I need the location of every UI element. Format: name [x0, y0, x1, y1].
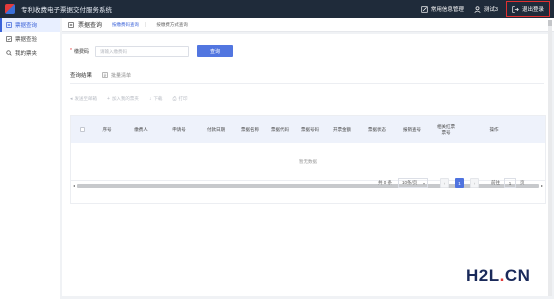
page-size-select[interactable]: 10条/页 ▾: [398, 178, 429, 188]
main-content: * 缴费码 查询 查询结果 批量清单 ◂ 发送至邮箱 + 加入我的票夹 ↓ 下载…: [62, 34, 552, 296]
scroll-right-icon[interactable]: ▸: [539, 183, 545, 188]
logout-icon: [512, 5, 519, 13]
column-header: 付款日期: [207, 126, 225, 132]
payment-code-label: 缴费码: [73, 48, 89, 55]
pagination: 共 0 条 10条/页 ▾ ‹ 1 › 前往 1 页: [378, 178, 525, 188]
top-right-menu: 常用信息管理 测试3 退出登录: [411, 0, 550, 18]
tab-by-payment-code[interactable]: 按缴费码查询: [112, 22, 139, 28]
list-icon: [102, 72, 108, 78]
watermark-cn: CN: [504, 266, 531, 285]
empty-state: 暂无数据: [71, 143, 545, 181]
chevron-down-icon: ▾: [423, 181, 426, 186]
goto-page-input[interactable]: 1: [504, 178, 517, 188]
print-icon: ⎙: [172, 96, 177, 102]
column-header: 票据号码: [301, 126, 319, 132]
column-header: 票据名称: [241, 126, 259, 132]
goto-suffix: 页: [520, 180, 525, 185]
goto-prefix: 前往: [491, 180, 501, 185]
tab-separator: |: [145, 21, 147, 28]
print-button[interactable]: ⎙ 打印: [172, 96, 187, 102]
common-info-manage-label: 常用信息管理: [430, 7, 464, 13]
logout-label: 退出登录: [521, 7, 544, 13]
next-page-button[interactable]: ›: [470, 178, 480, 188]
batch-list-label: 批量清单: [111, 72, 132, 79]
column-header: 相关红票 票号: [437, 123, 455, 135]
payment-code-input[interactable]: [94, 45, 189, 57]
page-scrollbar-thumb[interactable]: [548, 20, 552, 26]
sidebar-item-label: 我的票夹: [15, 51, 38, 57]
result-section-title: 查询结果: [70, 73, 93, 79]
sidebar-item-ticket-query[interactable]: 票据查询: [0, 18, 60, 32]
column-header: 票据代码: [271, 126, 289, 132]
required-mark: *: [70, 48, 72, 54]
send-icon: ◂: [70, 96, 73, 102]
column-header: 序号: [102, 126, 112, 132]
query-form: * 缴费码 查询: [70, 45, 233, 57]
download-button[interactable]: ↓ 下载: [149, 96, 163, 102]
tab-bar: 票据查询 按缴费码查询 | 按缴费方式查询: [62, 18, 554, 32]
download-icon: ↓: [148, 96, 152, 102]
download-label: 下载: [153, 96, 163, 101]
table-header: 序号 缴费人 申请号 付款日期 票据名称 票据代码 票据号码 开票金额 票据状态…: [71, 116, 545, 143]
page-number-current[interactable]: 1: [455, 178, 465, 188]
tab-by-payment-method[interactable]: 按缴费方式查询: [156, 22, 188, 28]
app-title: 专利收费电子票据交付服务系统: [21, 7, 112, 14]
app-logo-icon: [5, 4, 15, 14]
document-icon: [68, 21, 74, 28]
page-title-label: 票据查询: [78, 23, 103, 29]
result-table: 序号 缴费人 申请号 付款日期 票据名称 票据代码 票据号码 开票金额 票据状态…: [70, 115, 546, 204]
prev-page-button[interactable]: ‹: [440, 178, 450, 188]
send-to-email-button[interactable]: ◂ 发送至邮箱: [70, 96, 97, 102]
search-icon: [6, 50, 12, 56]
send-to-email-label: 发送至邮箱: [74, 96, 98, 101]
batch-list-link[interactable]: 批量清单: [102, 72, 131, 79]
goto-page: 前往 1 页: [491, 178, 525, 188]
select-all-cell: [71, 116, 93, 143]
top-bar: 专利收费电子票据交付服务系统 常用信息管理 测试3 退出登录: [0, 0, 554, 18]
column-header: 票据状态: [368, 126, 386, 132]
column-header: 缴费人: [134, 126, 148, 132]
plus-icon: +: [107, 96, 110, 102]
watermark-logo: H2L.CN: [466, 266, 530, 286]
user-menu[interactable]: 测试3: [474, 5, 498, 13]
check-square-icon: [6, 36, 12, 42]
total-count: 共 0 条: [378, 180, 393, 185]
sidebar-item-ticket-verify[interactable]: 票据查验: [0, 32, 60, 46]
column-header: 操作: [489, 126, 499, 132]
select-all-checkbox[interactable]: [79, 127, 85, 132]
document-icon: [6, 22, 12, 28]
watermark-h2l: H2L: [466, 266, 500, 285]
common-info-manage-link[interactable]: 常用信息管理: [421, 5, 464, 13]
user-name: 测试3: [483, 7, 498, 13]
column-header: 申请号: [172, 126, 186, 132]
result-section-header: 查询结果 批量清单: [70, 71, 131, 79]
sidebar: 票据查询 票据查验 我的票夹: [0, 18, 60, 299]
add-to-folder-button[interactable]: + 加入我的票夹: [107, 96, 139, 102]
page-scrollbar[interactable]: [548, 20, 552, 296]
result-toolbar: ◂ 发送至邮箱 + 加入我的票夹 ↓ 下载 ⎙ 打印: [70, 96, 197, 102]
sidebar-item-my-folder[interactable]: 我的票夹: [0, 46, 60, 60]
page-size-value: 10条/页: [402, 180, 418, 185]
logout-button[interactable]: 退出登录: [505, 1, 550, 17]
print-label: 打印: [178, 96, 188, 101]
sidebar-item-label: 票据查验: [15, 37, 38, 43]
add-to-folder-label: 加入我的票夹: [111, 96, 139, 101]
column-header: 报销查号: [403, 126, 421, 132]
section-divider: [70, 83, 544, 84]
sidebar-item-label: 票据查询: [15, 23, 38, 29]
column-header: 开票金额: [333, 126, 351, 132]
page-title: 票据查询: [68, 20, 102, 29]
user-icon: [474, 5, 481, 13]
edit-icon: [421, 5, 428, 13]
query-button[interactable]: 查询: [196, 45, 233, 57]
